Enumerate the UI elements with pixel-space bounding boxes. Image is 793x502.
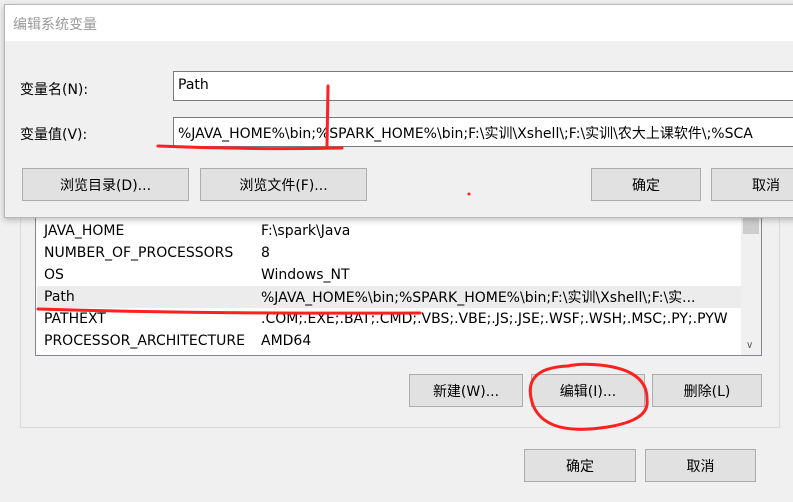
dot-mark <box>467 192 471 196</box>
circle-mark <box>528 362 649 431</box>
underline-mark <box>156 144 344 151</box>
underline-mark <box>36 307 422 315</box>
red-annotations <box>36 84 649 431</box>
cursor-mark <box>325 84 330 148</box>
